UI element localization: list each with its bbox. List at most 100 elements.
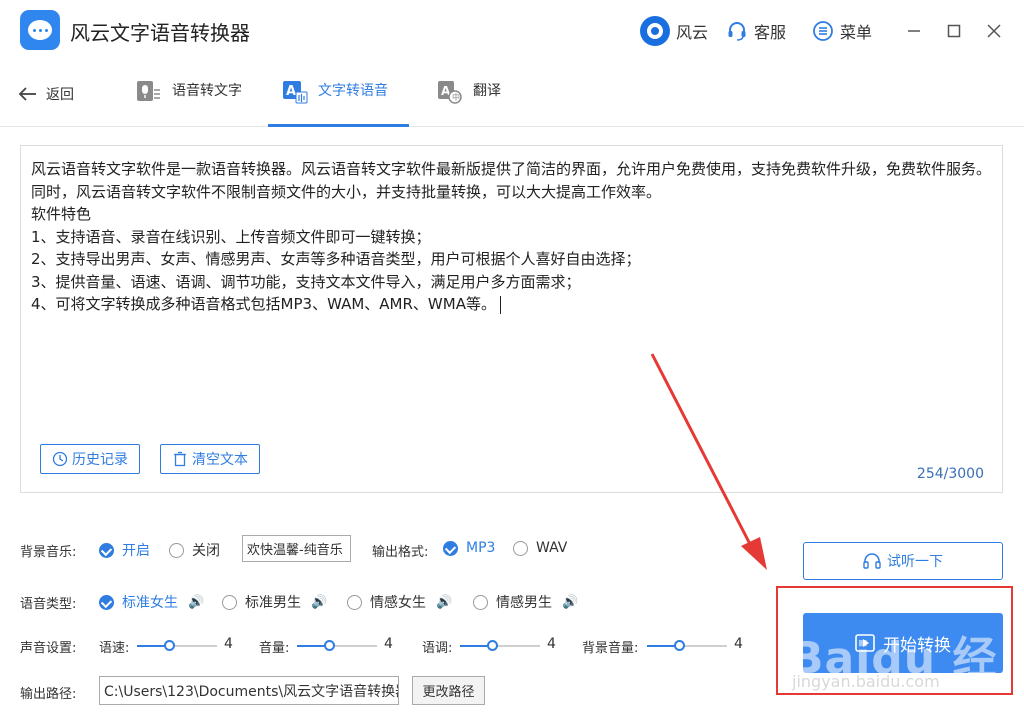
char-counter: 254/3000: [916, 466, 984, 482]
change-path-button[interactable]: 更改路径: [412, 676, 485, 705]
voice-emotional-male-radio[interactable]: 情感男生 🔊: [473, 592, 578, 612]
clear-label: 清空文本: [192, 452, 248, 468]
volume-value: 4: [384, 636, 393, 652]
svg-text:中: 中: [452, 92, 460, 102]
radio-checked-icon: [443, 540, 458, 556]
editor-line: 风云语音转文字软件是一款语音转换器。风云语音转文字软件最新版提供了简洁的界面，允…: [31, 160, 992, 201]
speed-value: 4: [224, 636, 233, 652]
radio-label: 开启: [122, 543, 150, 559]
radio-checked-icon: [99, 594, 114, 610]
radio-label: 关闭: [192, 543, 220, 559]
speaker-icon[interactable]: 🔊: [188, 595, 204, 610]
maximize-button[interactable]: [934, 0, 974, 62]
pitch-value: 4: [547, 636, 556, 652]
radio-unchecked-icon: [222, 594, 237, 610]
bg-music-label: 背景音乐:: [20, 545, 77, 560]
bg-music-off-radio[interactable]: 关闭: [169, 540, 220, 560]
bg-volume-slider[interactable]: [647, 640, 727, 652]
headphones-icon: [863, 553, 881, 569]
radio-label: 情感女生: [370, 595, 426, 611]
output-path-label: 输出路径:: [20, 687, 77, 702]
speaker-icon[interactable]: 🔊: [311, 595, 327, 610]
volume-slider[interactable]: [297, 640, 377, 652]
maximize-icon: [947, 24, 961, 38]
radio-label: MP3: [466, 540, 496, 556]
user-icon: [639, 16, 670, 46]
menu-label: 菜单: [839, 23, 872, 42]
slider-thumb[interactable]: [487, 640, 498, 651]
watermark-url: jingyan.baidu.com: [792, 672, 940, 691]
format-label: 输出格式:: [372, 545, 429, 560]
pitch-label: 语调:: [422, 641, 453, 656]
voice-type-label: 语音类型:: [20, 597, 77, 612]
radio-label: WAV: [536, 540, 568, 556]
back-button[interactable]: 返回: [18, 84, 74, 104]
bg-music-on-radio[interactable]: 开启: [99, 540, 150, 560]
voice-emotional-female-radio[interactable]: 情感女生 🔊: [347, 592, 452, 612]
radio-unchecked-icon: [473, 594, 488, 610]
format-wav-radio[interactable]: WAV: [513, 540, 567, 556]
bg-volume-value: 4: [734, 636, 743, 652]
speaker-icon[interactable]: 🔊: [436, 595, 452, 610]
user-account[interactable]: 风云: [639, 16, 708, 46]
back-label: 返回: [46, 87, 74, 103]
history-button[interactable]: 历史记录: [40, 444, 140, 474]
clear-text-button[interactable]: 清空文本: [160, 444, 260, 474]
editor-line: 软件特色: [31, 205, 92, 223]
menu-button[interactable]: 菜单: [812, 19, 872, 43]
editor-line: 2、支持导出男声、女声、情感男声、女声等多种语音类型，用户可根据个人喜好自由选择…: [31, 250, 641, 268]
tab-speech-to-text[interactable]: 语音转文字: [136, 78, 258, 127]
voice-standard-male-radio[interactable]: 标准男生 🔊: [222, 592, 327, 612]
speed-slider[interactable]: [137, 640, 217, 652]
radio-unchecked-icon: [169, 542, 184, 558]
bg-volume-label: 背景音量:: [582, 641, 639, 656]
listen-button[interactable]: 试听一下: [803, 542, 1003, 580]
sound-settings-label: 声音设置:: [20, 641, 77, 656]
translate-icon: A 中: [438, 81, 462, 104]
slider-thumb[interactable]: [324, 640, 335, 651]
tab-translate[interactable]: A 中 翻译: [437, 78, 507, 127]
format-mp3-radio[interactable]: MP3: [443, 540, 495, 556]
voice-standard-female-radio[interactable]: 标准女生 🔊: [99, 592, 204, 612]
arrow-left-icon: [18, 87, 36, 101]
radio-unchecked-icon: [347, 594, 362, 610]
watermark-text: Baidu 经验: [790, 633, 998, 720]
text-editor[interactable]: 风云语音转文字软件是一款语音转换器。风云语音转文字软件最新版提供了简洁的界面，允…: [20, 145, 1003, 493]
radio-unchecked-icon: [513, 540, 528, 556]
bg-music-track-field[interactable]: 欢快温馨-纯音乐: [242, 535, 351, 562]
listen-label: 试听一下: [887, 554, 943, 570]
app-logo-icon: [20, 10, 60, 50]
speed-label: 语速:: [99, 641, 130, 656]
editor-text[interactable]: 风云语音转文字软件是一款语音转换器。风云语音转文字软件最新版提供了简洁的界面，允…: [31, 158, 996, 316]
close-button[interactable]: [974, 0, 1014, 62]
close-icon: [987, 24, 1001, 38]
editor-line: 3、提供音量、语速、语调、调节功能，支持文本文件导入，满足用户多方面需求；: [31, 272, 581, 291]
tab-label: 文字转语音: [318, 83, 388, 99]
minimize-icon: [908, 30, 920, 32]
editor-line: 4、可将文字转换成多种语音格式包括MP3、WAM、AMR、WMA等。: [31, 295, 496, 313]
app-window: 风云文字语音转换器 风云 客服 菜单 返回 语音转文字 A 文字转语音 A 中 …: [0, 0, 1024, 720]
app-title: 风云文字语音转换器: [70, 21, 250, 45]
volume-label: 音量:: [259, 641, 290, 656]
headset-icon: [728, 22, 746, 41]
slider-thumb[interactable]: [164, 640, 175, 651]
tab-label: 翻译: [473, 83, 501, 99]
minimize-button[interactable]: [894, 0, 934, 62]
customer-service-button[interactable]: 客服: [726, 19, 786, 43]
microphone-doc-icon: [137, 81, 160, 101]
radio-label: 情感男生: [496, 595, 552, 611]
title-bar-controls: 风云 客服 菜单: [639, 0, 1024, 62]
clock-icon: [52, 451, 68, 467]
svg-text:A: A: [286, 84, 296, 99]
radio-label: 标准女生: [122, 595, 178, 611]
output-path-field[interactable]: C:\Users\123\Documents\风云文字语音转换器: [99, 676, 399, 705]
tab-text-to-speech[interactable]: A 文字转语音: [268, 78, 409, 127]
slider-thumb[interactable]: [674, 640, 685, 651]
text-caret: [499, 295, 501, 314]
nav-bar: 返回 语音转文字 A 文字转语音 A 中 翻译: [0, 62, 1024, 127]
tab-label: 语音转文字: [172, 83, 242, 99]
editor-line: 1、支持语音、录音在线识别、上传音频文件即可一键转换；: [31, 227, 431, 246]
speaker-icon[interactable]: 🔊: [562, 595, 578, 610]
pitch-slider[interactable]: [460, 640, 540, 652]
radio-checked-icon: [99, 542, 114, 558]
